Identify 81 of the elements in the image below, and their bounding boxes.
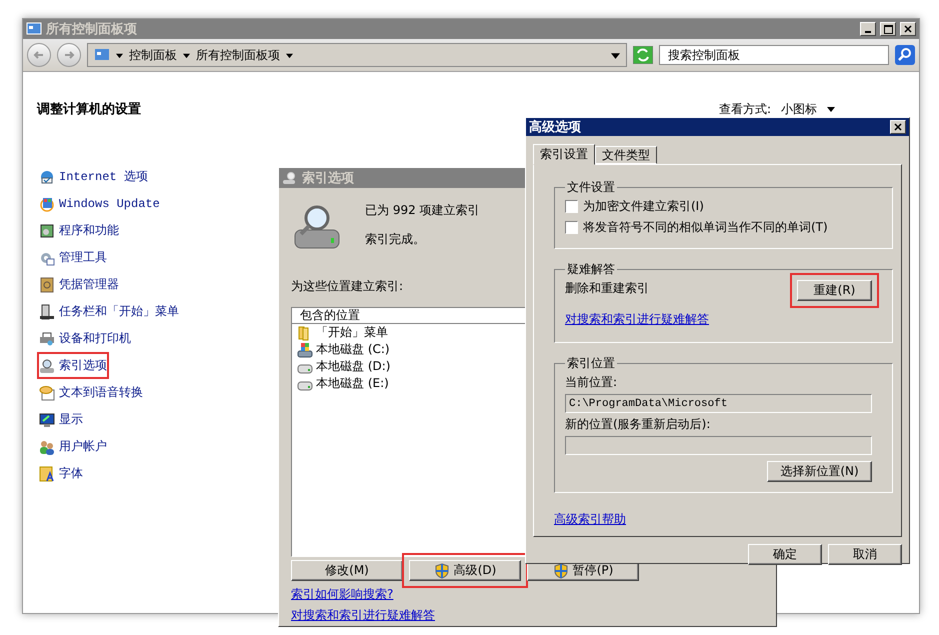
checkbox-label: 将发音符号不同的相似单词当作不同的单词(T) xyxy=(583,219,828,236)
dialog-title: 索引选项 xyxy=(302,170,354,187)
group-title: 索引位置 xyxy=(566,355,616,372)
control-panel-link[interactable]: Windows Update xyxy=(37,190,162,217)
taskbar-icon xyxy=(39,304,55,320)
help-link[interactable]: 高级索引帮助 xyxy=(554,511,626,528)
select-location-button[interactable]: 选择新位置(N) xyxy=(767,461,872,482)
dialog-button[interactable]: 修改(M) xyxy=(291,560,403,581)
view-by-dropdown[interactable]: 小图标 xyxy=(781,100,817,118)
control-panel-link[interactable]: 用户帐户 xyxy=(37,433,109,460)
group-title: 文件设置 xyxy=(566,179,616,196)
caret-icon xyxy=(116,52,123,58)
forward-arrow-icon xyxy=(63,49,75,61)
index-status: 已为 992 项建立索引 xyxy=(365,202,480,219)
close-icon xyxy=(894,123,902,131)
checkbox-label: 为加密文件建立索引(I) xyxy=(583,198,704,215)
tab[interactable]: 索引设置 xyxy=(533,144,595,165)
index-status: 索引完成。 xyxy=(365,231,425,248)
font-folder-icon xyxy=(39,466,55,482)
back-button[interactable] xyxy=(27,43,51,67)
close-icon xyxy=(904,25,912,33)
page-heading: 调整计算机的设置 xyxy=(37,101,141,118)
dialog-button[interactable]: 取消 xyxy=(828,544,902,565)
system-drive-icon xyxy=(297,342,313,358)
refresh-icon xyxy=(633,46,653,64)
address-bar[interactable]: 控制面板 所有控制面板项 xyxy=(87,43,627,67)
control-panel-link[interactable]: 任务栏和「开始」菜单 xyxy=(37,298,181,325)
window-title: 所有控制面板项 xyxy=(46,21,137,38)
speech-bubble-icon xyxy=(39,384,55,400)
group-title: 疑难解答 xyxy=(566,261,616,278)
help-link[interactable]: 对搜索和索引进行疑难解答 xyxy=(291,607,435,624)
breadcrumb[interactable]: 控制面板 xyxy=(129,46,177,64)
dropdown-caret-icon xyxy=(611,50,620,60)
control-panel-link[interactable]: 索引选项 xyxy=(37,352,109,379)
field-label: 新的位置(服务重新启动后): xyxy=(565,416,710,433)
close-button[interactable] xyxy=(900,22,916,36)
control-panel-link[interactable]: 显示 xyxy=(37,406,85,433)
control-panel-link[interactable]: 字体 xyxy=(37,460,85,487)
control-panel-link[interactable]: 凭据管理器 xyxy=(37,271,121,298)
field-label: 当前位置: xyxy=(565,374,618,391)
printer-icon xyxy=(39,330,55,346)
maximize-button[interactable] xyxy=(880,22,896,36)
control-panel-link[interactable]: 设备和打印机 xyxy=(37,325,133,352)
checkbox[interactable] xyxy=(565,221,578,234)
search-icon xyxy=(895,45,915,65)
control-panel-link[interactable]: 程序和功能 xyxy=(37,217,121,244)
control-panel-link[interactable]: Internet 选项 xyxy=(37,163,150,190)
vault-icon xyxy=(39,276,55,292)
control-panel-icon xyxy=(94,47,110,63)
window-flag-icon xyxy=(39,196,55,212)
new-location-field[interactable] xyxy=(565,436,872,455)
monitor-icon xyxy=(39,412,55,428)
rebuild-description: 删除和重建索引 xyxy=(565,280,649,297)
globe-icon xyxy=(39,168,55,184)
search-field[interactable]: 搜索控制面板 xyxy=(659,45,889,65)
caret-icon xyxy=(286,52,293,58)
maximize-icon xyxy=(884,24,892,34)
dialog-button[interactable]: 确定 xyxy=(748,544,822,565)
dialog-button[interactable]: 高级(D) xyxy=(409,560,521,581)
control-panel-link[interactable]: 文本到语音转换 xyxy=(37,379,145,406)
caret-icon xyxy=(827,105,835,113)
back-arrow-icon xyxy=(33,49,45,61)
caret-icon xyxy=(183,52,190,58)
checkbox[interactable] xyxy=(565,200,578,213)
users-icon xyxy=(39,438,55,454)
control-panel-icon xyxy=(26,21,42,37)
help-link[interactable]: 索引如何影响搜索? xyxy=(291,586,394,603)
breadcrumb[interactable]: 所有控制面板项 xyxy=(196,46,280,64)
view-by-label: 查看方式: xyxy=(718,100,771,118)
control-panel-link[interactable]: 管理工具 xyxy=(37,244,109,271)
tab[interactable]: 文件类型 xyxy=(595,146,657,164)
program-box-icon xyxy=(39,222,55,238)
shield-icon xyxy=(434,562,450,578)
forward-button[interactable] xyxy=(57,43,81,67)
rebuild-button[interactable]: 重建(R) xyxy=(797,280,872,301)
locations-label: 为这些位置建立索引: xyxy=(291,278,404,295)
shield-icon xyxy=(552,562,569,578)
dialog-title: 高级选项 xyxy=(529,118,581,136)
current-location-field[interactable]: C:\ProgramData\Microsoft xyxy=(565,394,872,413)
minimize-button[interactable] xyxy=(860,22,876,36)
close-button[interactable] xyxy=(890,120,906,134)
